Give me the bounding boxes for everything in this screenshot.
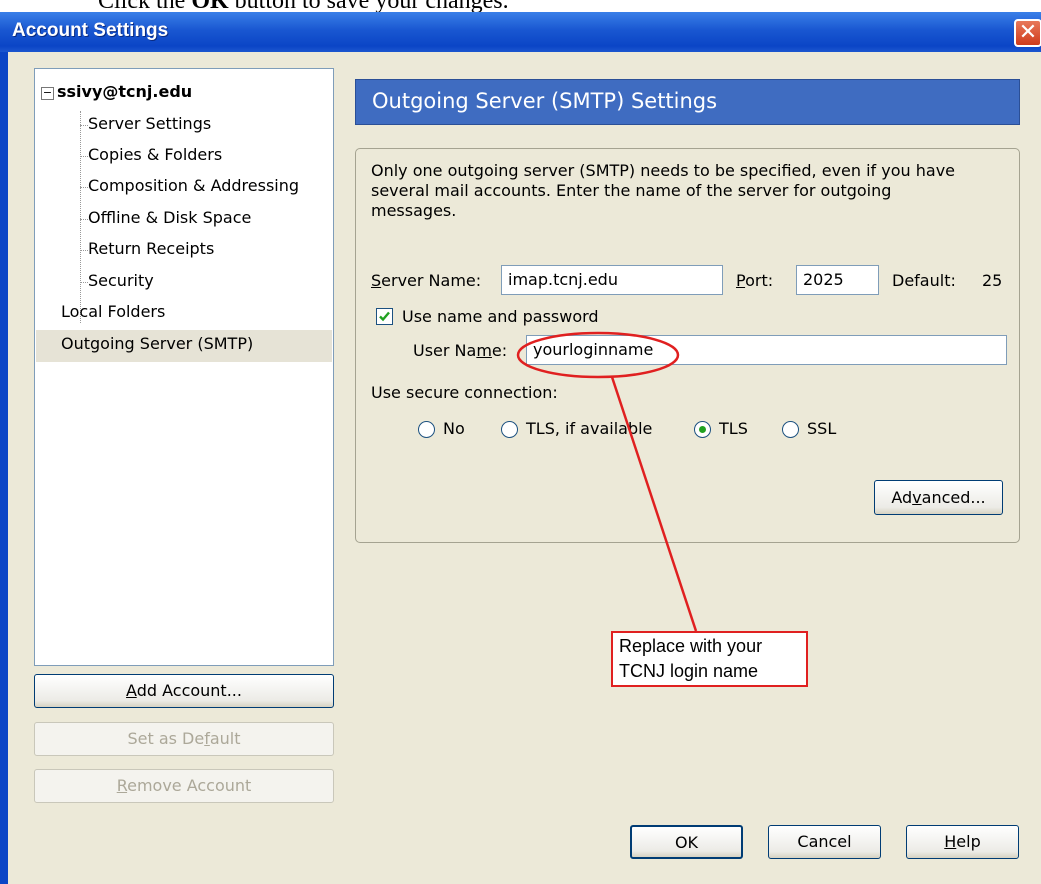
annotation-overlay bbox=[516, 331, 698, 632]
callout-line-1: Replace with your bbox=[619, 636, 763, 656]
annotation-pointer bbox=[610, 376, 698, 632]
annotation-callout: Replace with your TCNJ login name bbox=[611, 631, 808, 687]
annotation-ellipse bbox=[516, 331, 680, 379]
callout-line-2: TCNJ login name bbox=[619, 661, 759, 681]
